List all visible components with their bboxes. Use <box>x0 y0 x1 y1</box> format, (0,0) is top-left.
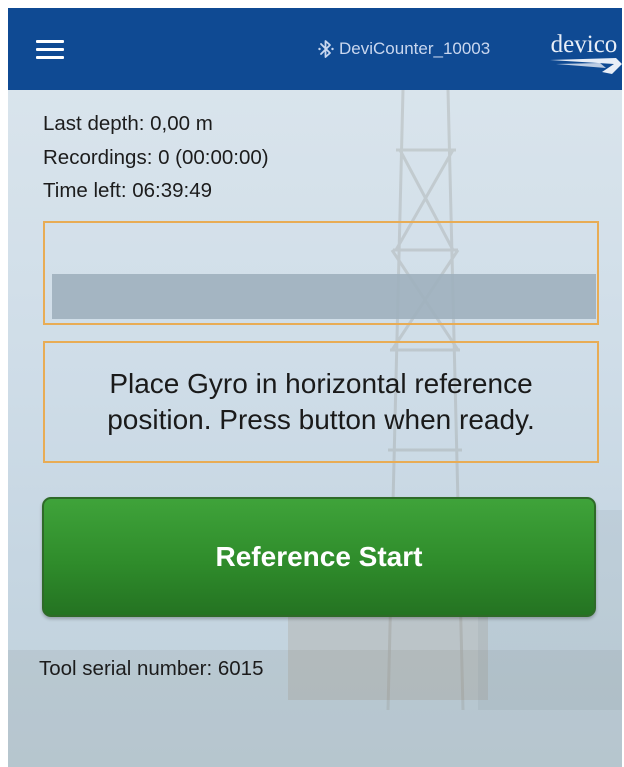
app-bar: DeviCounter_10003 devico <box>8 8 622 90</box>
time-left-text: Time left: 06:39:49 <box>43 179 213 202</box>
main-content: Last depth: 0,00 m Recordings: 0 (00:00:… <box>8 90 622 767</box>
bluetooth-icon <box>318 40 334 58</box>
instruction-panel: Place Gyro in horizontal reference posit… <box>43 341 599 463</box>
last-depth-text: Last depth: 0,00 m <box>43 112 213 135</box>
reference-start-button[interactable]: Reference Start <box>42 497 596 617</box>
progress-bar <box>52 274 596 319</box>
bluetooth-device-status[interactable]: DeviCounter_10003 <box>318 36 490 62</box>
recordings-text: Recordings: 0 (00:00:00) <box>43 146 269 169</box>
instruction-text: Place Gyro in horizontal reference posit… <box>107 368 535 435</box>
logo-text: devico <box>551 31 618 58</box>
device-name: DeviCounter_10003 <box>339 39 491 58</box>
hamburger-menu-icon[interactable] <box>36 38 64 60</box>
reference-start-label: Reference Start <box>215 541 423 572</box>
tool-serial-number-text: Tool serial number: 6015 <box>39 657 264 680</box>
progress-panel <box>43 221 599 325</box>
devico-logo: devico <box>550 31 622 74</box>
